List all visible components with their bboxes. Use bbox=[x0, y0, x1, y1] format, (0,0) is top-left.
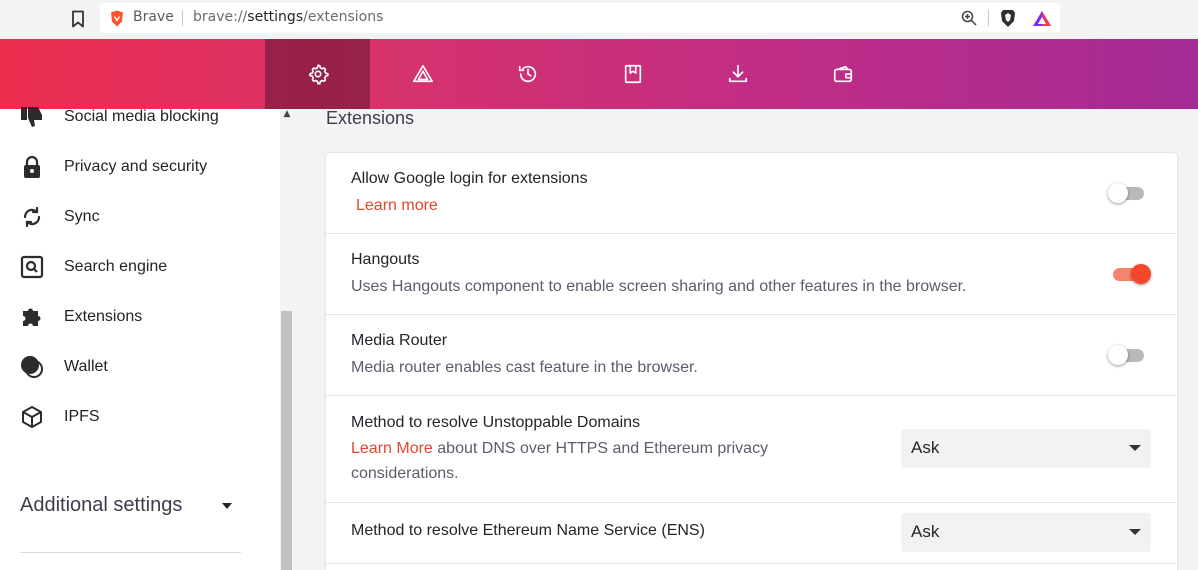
setting-description-line-1: Learn More about DNS over HTTPS and Ethe… bbox=[351, 436, 768, 461]
gear-icon bbox=[308, 64, 329, 85]
sidebar-item-privacy-and-security[interactable]: Privacy and security bbox=[0, 147, 270, 187]
setting-row-ens: Method to resolve Ethereum Name Service … bbox=[326, 503, 1177, 564]
sidebar-item-social-media-blocking[interactable]: Social media blocking bbox=[0, 97, 270, 137]
learn-more-link[interactable]: Learn more bbox=[356, 193, 438, 218]
nav-tab-bookmarks[interactable] bbox=[580, 39, 685, 109]
toggle-knob bbox=[1108, 345, 1128, 365]
chevron-down-icon bbox=[1129, 445, 1141, 451]
sync-icon bbox=[23, 206, 41, 228]
sidebar-item-label: Social media blocking bbox=[64, 108, 219, 125]
site-brand: Brave bbox=[133, 9, 174, 25]
nav-tab-settings[interactable] bbox=[265, 39, 370, 109]
select-value: Ask bbox=[911, 438, 940, 457]
sidebar-item-label: Privacy and security bbox=[64, 158, 208, 175]
toggle-knob bbox=[1131, 264, 1151, 284]
select-value: Ask bbox=[911, 522, 940, 541]
sidebar-item-search-engine[interactable]: Search engine bbox=[0, 247, 270, 287]
omnibox-divider bbox=[988, 10, 989, 26]
chevron-down-icon bbox=[1129, 529, 1141, 535]
unstoppable-domains-select[interactable]: Ask bbox=[901, 429, 1151, 468]
ens-resolve-select[interactable]: Ask bbox=[901, 513, 1151, 552]
setting-title: Allow Google login for extensions bbox=[351, 170, 588, 187]
lock-icon bbox=[24, 155, 40, 178]
search-engine-icon bbox=[20, 255, 44, 279]
sidebar-item-label: Search engine bbox=[64, 258, 168, 275]
additional-settings-label: Additional settings bbox=[20, 494, 183, 516]
sidebar-item-label: Extensions bbox=[64, 308, 143, 325]
nav-tab-downloads[interactable] bbox=[685, 39, 790, 109]
puzzle-icon bbox=[23, 308, 41, 326]
setting-description: about DNS over HTTPS and Ethereum privac… bbox=[432, 440, 769, 457]
url-host: settings bbox=[247, 9, 304, 25]
brave-shield-icon bbox=[111, 10, 123, 27]
brave-rewards-triangle-icon[interactable] bbox=[1032, 10, 1052, 27]
setting-row-google-login: Allow Google login for extensions Learn … bbox=[326, 153, 1177, 234]
setting-row-media-router: Media Router Media router enables cast f… bbox=[326, 315, 1177, 396]
browser-toolbar: Brave brave://settings/extensions bbox=[0, 0, 1198, 39]
setting-row-hangouts: Hangouts Uses Hangouts component to enab… bbox=[326, 234, 1177, 315]
bookmarks-icon bbox=[624, 64, 641, 84]
address-bar[interactable]: Brave brave://settings/extensions bbox=[100, 3, 1060, 33]
sidebar-scroll-up-arrow[interactable]: ▲ bbox=[281, 109, 293, 123]
download-icon bbox=[728, 64, 747, 83]
zoom-icon[interactable] bbox=[961, 10, 977, 26]
setting-title: Method to resolve Unstoppable Domains bbox=[351, 414, 641, 431]
thumbs-down-icon bbox=[21, 107, 42, 127]
brave-shields-button-icon[interactable] bbox=[999, 9, 1017, 28]
extensions-settings-card: Allow Google login for extensions Learn … bbox=[326, 153, 1177, 570]
setting-title: Method to resolve Ethereum Name Service … bbox=[351, 522, 705, 539]
setting-description: Uses Hangouts component to enable screen… bbox=[351, 278, 967, 295]
google-login-toggle[interactable] bbox=[1108, 182, 1148, 204]
sidebar-item-label: Wallet bbox=[64, 358, 108, 375]
sidebar-item-ipfs[interactable]: IPFS bbox=[0, 397, 270, 437]
nav-tab-rewards[interactable] bbox=[370, 39, 475, 109]
sidebar-item-wallet[interactable]: Wallet bbox=[0, 347, 270, 387]
brave-rewards-icon bbox=[412, 64, 433, 83]
ipfs-cube-icon bbox=[22, 406, 42, 428]
sidebar-item-sync[interactable]: Sync bbox=[0, 197, 270, 237]
chevron-down-icon bbox=[222, 503, 232, 509]
url-text[interactable]: brave://settings/extensions bbox=[193, 9, 383, 25]
setting-title: Media Router bbox=[351, 332, 448, 349]
learn-more-link[interactable]: Learn More bbox=[351, 440, 433, 457]
wallet-icon bbox=[21, 356, 43, 378]
sidebar-item-label: Sync bbox=[64, 208, 100, 225]
setting-description: Media router enables cast feature in the… bbox=[351, 359, 698, 376]
setting-title: Hangouts bbox=[351, 251, 420, 268]
sidebar-divider bbox=[20, 552, 241, 553]
sidebar-item-label: IPFS bbox=[64, 408, 100, 425]
hangouts-toggle[interactable] bbox=[1111, 263, 1151, 285]
url-scheme: brave:// bbox=[193, 9, 248, 25]
nav-tab-history[interactable] bbox=[475, 39, 580, 109]
toggle-knob bbox=[1108, 183, 1128, 203]
media-router-toggle[interactable] bbox=[1108, 344, 1148, 366]
history-icon bbox=[518, 65, 536, 83]
nav-tab-wallet[interactable] bbox=[790, 39, 895, 109]
omnibox-separator bbox=[182, 10, 183, 26]
page-title: Extensions bbox=[326, 108, 415, 128]
sidebar-item-extensions[interactable]: Extensions bbox=[0, 297, 270, 337]
bookmark-icon[interactable] bbox=[70, 10, 86, 28]
sidebar-scrollbar-thumb[interactable] bbox=[281, 311, 292, 570]
url-path: /extensions bbox=[303, 9, 384, 25]
setting-description-line-2: considerations. bbox=[351, 465, 459, 482]
wallet-icon bbox=[833, 65, 852, 83]
additional-settings-toggle[interactable]: Additional settings bbox=[20, 486, 240, 526]
setting-row-unstoppable-domains: Method to resolve Unstoppable Domains Le… bbox=[326, 396, 1177, 503]
